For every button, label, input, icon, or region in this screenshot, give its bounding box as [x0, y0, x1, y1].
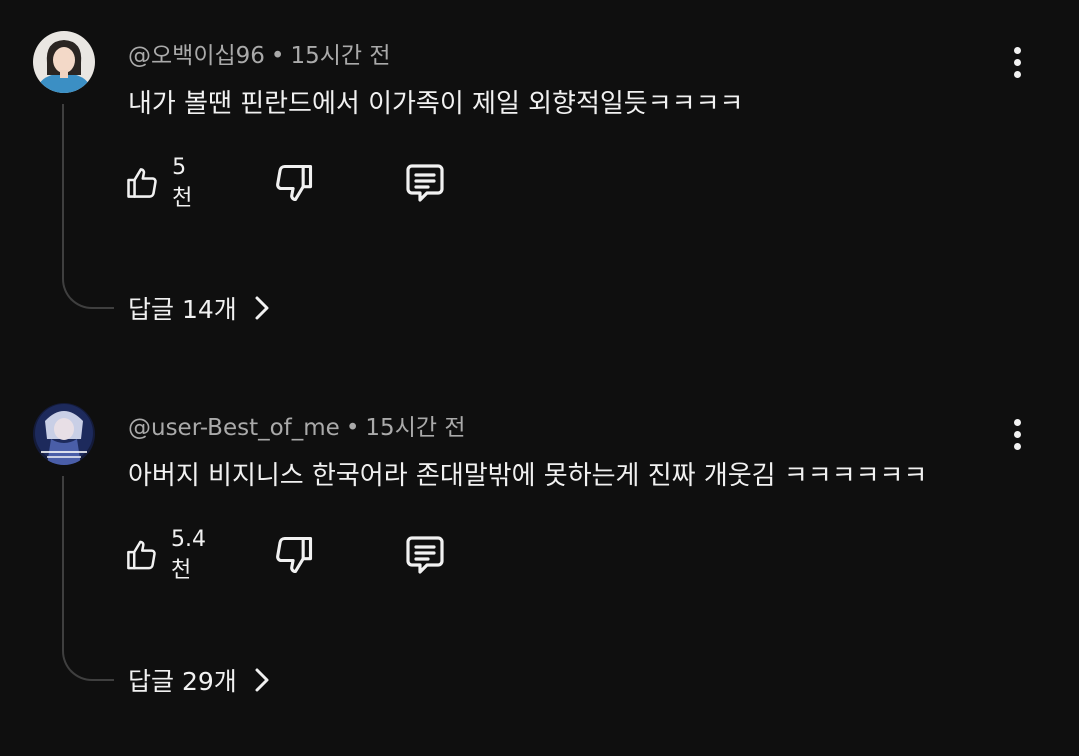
author-name[interactable]: @user-Best_of_me: [128, 415, 340, 441]
avatar[interactable]: [33, 403, 95, 465]
like-count: 5.4천: [171, 526, 207, 583]
like-button[interactable]: 5천: [124, 155, 200, 211]
view-replies-button[interactable]: 답글 29개: [128, 660, 271, 700]
comment-item: @user-Best_of_me • 15시간 전 아버지 비지니스 한국어라 존대…: [0, 372, 1079, 744]
comment-time[interactable]: 15시간 전: [365, 415, 465, 441]
chevron-right-icon: [253, 666, 271, 694]
more-vert-icon[interactable]: [1000, 412, 1034, 456]
comment-time[interactable]: 15시간 전: [291, 43, 391, 69]
replies-count-label: 답글 14개: [128, 295, 237, 324]
comment-icon: [406, 536, 444, 574]
reply-button[interactable]: [401, 158, 449, 208]
like-count: 5천: [172, 154, 193, 211]
author-name[interactable]: @오백이십96: [128, 43, 265, 69]
reply-button[interactable]: [401, 530, 449, 580]
thread-line: [62, 476, 114, 681]
comment-icon: [406, 164, 444, 202]
thumb-down-icon: [276, 164, 313, 202]
comment-text: 아버지 비지니스 한국어라 존대말밖에 못하는게 진짜 개웃김 ㅋㅋㅋㅋㅋㅋ: [128, 461, 928, 491]
comment-text: 내가 볼땐 핀란드에서 이가족이 제일 외향적일듯ㅋㅋㅋㅋ: [128, 89, 744, 119]
dislike-button[interactable]: [272, 158, 316, 208]
meta-separator: •: [270, 43, 285, 69]
more-vert-icon[interactable]: [1000, 40, 1034, 84]
comment-meta: @오백이십96 • 15시간 전: [128, 36, 391, 70]
chevron-right-icon: [253, 294, 271, 322]
thumb-up-icon: [127, 168, 157, 198]
like-button[interactable]: 5.4천: [124, 527, 215, 583]
comment-item: @오백이십96 • 15시간 전 내가 볼땐 핀란드에서 이가족이 제일 외향적일듯…: [0, 0, 1079, 372]
view-replies-button[interactable]: 답글 14개: [128, 288, 271, 328]
comment-meta: @user-Best_of_me • 15시간 전: [128, 408, 465, 442]
meta-separator: •: [345, 415, 360, 441]
dislike-button[interactable]: [272, 530, 316, 580]
thumb-down-icon: [276, 536, 313, 574]
replies-count-label: 답글 29개: [128, 667, 237, 696]
thumb-up-icon: [127, 540, 156, 570]
avatar[interactable]: [33, 31, 95, 93]
thread-line: [62, 104, 114, 309]
